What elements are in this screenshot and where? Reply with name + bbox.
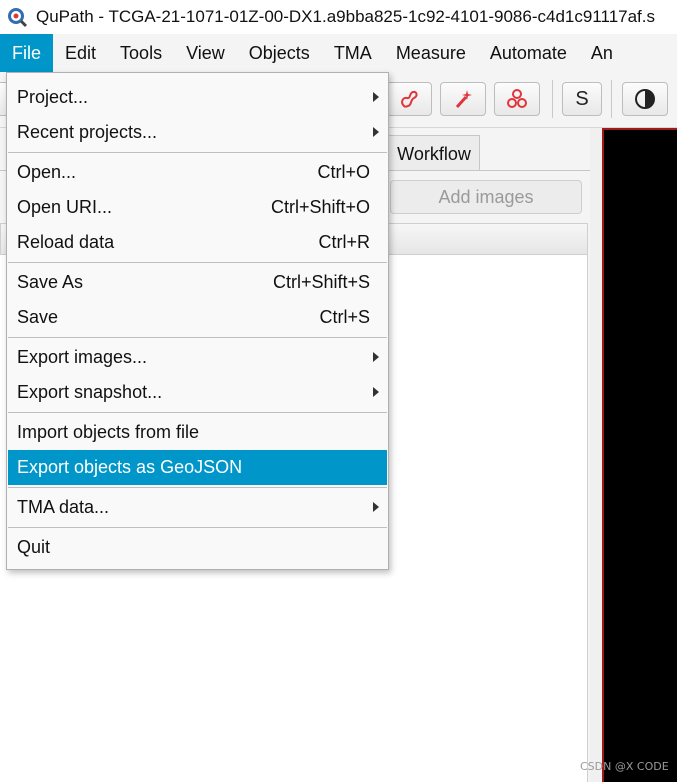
menu-separator <box>8 412 387 413</box>
menu-item-label: Project... <box>17 87 89 107</box>
menu-item-reload-data[interactable]: Reload data Ctrl+R <box>8 225 387 260</box>
wand-tool-icon <box>455 90 472 109</box>
submenu-arrow-icon <box>373 502 379 512</box>
image-viewer[interactable] <box>602 128 677 782</box>
menu-item-shortcut: Ctrl+Shift+O <box>270 197 370 217</box>
menu-item-label: Open... <box>17 162 77 182</box>
title-bar: QuPath - TCGA-21-1071-01Z-00-DX1.a9bba82… <box>0 0 677 34</box>
polyline-tool-button[interactable] <box>386 82 432 116</box>
menu-file[interactable]: File <box>0 34 54 72</box>
submenu-arrow-icon <box>373 127 379 137</box>
menu-item-shortcut: Ctrl+S <box>319 307 370 327</box>
qupath-logo-icon <box>8 8 28 28</box>
submenu-arrow-icon <box>373 387 379 397</box>
menu-bar: File Edit Tools View Objects TMA Measure… <box>0 34 677 72</box>
brightness-contrast-button[interactable] <box>622 82 668 116</box>
menu-item-export-images[interactable]: Export images... <box>8 340 387 375</box>
toolbar-separator <box>552 80 553 118</box>
menu-item-export-snapshot[interactable]: Export snapshot... <box>8 375 387 410</box>
menu-automate[interactable]: Automate <box>478 34 579 72</box>
menu-separator <box>8 152 387 153</box>
selection-mode-icon: S <box>575 87 589 110</box>
split-pane-divider[interactable] <box>590 128 602 782</box>
tab-workflow[interactable]: Workflow <box>388 135 480 171</box>
add-images-button[interactable]: Add images <box>390 180 582 214</box>
selection-mode-button[interactable]: S <box>562 82 602 116</box>
points-tool-button[interactable] <box>494 82 540 116</box>
menu-tma[interactable]: TMA <box>322 34 384 72</box>
menu-measure[interactable]: Measure <box>384 34 478 72</box>
menu-item-label: Import objects from file <box>17 422 200 442</box>
menu-view[interactable]: View <box>174 34 237 72</box>
menu-item-label: Reload data <box>17 232 115 252</box>
menu-item-label: Open URI... <box>17 197 113 217</box>
menu-item-label: Save <box>17 307 59 327</box>
menu-objects[interactable]: Objects <box>237 34 322 72</box>
polyline-tool-icon <box>401 90 418 108</box>
menu-item-project[interactable]: Project... <box>8 80 387 115</box>
menu-item-shortcut: Ctrl+O <box>317 162 370 182</box>
menu-separator <box>8 262 387 263</box>
menu-item-label: Recent projects... <box>17 122 158 142</box>
toolbar-separator <box>611 80 612 118</box>
menu-item-export-geojson[interactable]: Export objects as GeoJSON <box>8 450 387 485</box>
menu-analyze[interactable]: An <box>579 34 625 72</box>
menu-item-label: Export images... <box>17 347 148 367</box>
watermark: CSDN @X CODE <box>580 760 669 773</box>
menu-item-save-as[interactable]: Save As Ctrl+Shift+S <box>8 265 387 300</box>
brightness-contrast-icon <box>635 89 655 109</box>
file-menu-dropdown: Project... Recent projects... Open... Ct… <box>6 72 389 570</box>
menu-item-open-uri[interactable]: Open URI... Ctrl+Shift+O <box>8 190 387 225</box>
menu-item-quit[interactable]: Quit <box>8 530 387 565</box>
menu-item-label: TMA data... <box>17 497 110 517</box>
menu-separator <box>8 487 387 488</box>
menu-item-recent-projects[interactable]: Recent projects... <box>8 115 387 150</box>
menu-item-label: Export objects as GeoJSON <box>17 457 243 477</box>
menu-item-label: Save As <box>17 272 84 292</box>
menu-item-import-objects[interactable]: Import objects from file <box>8 415 387 450</box>
menu-tools[interactable]: Tools <box>108 34 174 72</box>
menu-item-label: Export snapshot... <box>17 382 163 402</box>
menu-item-tma-data[interactable]: TMA data... <box>8 490 387 525</box>
menu-separator <box>8 527 387 528</box>
points-tool-icon <box>507 89 527 108</box>
menu-item-save[interactable]: Save Ctrl+S <box>8 300 387 335</box>
menu-item-shortcut: Ctrl+Shift+S <box>272 272 370 292</box>
menu-separator <box>8 337 387 338</box>
submenu-arrow-icon <box>373 352 379 362</box>
menu-item-label: Quit <box>17 537 51 557</box>
menu-item-shortcut: Ctrl+R <box>318 232 370 252</box>
menu-edit[interactable]: Edit <box>53 34 108 72</box>
submenu-arrow-icon <box>373 92 379 102</box>
wand-tool-button[interactable] <box>440 82 486 116</box>
window-title: QuPath - TCGA-21-1071-01Z-00-DX1.a9bba82… <box>36 7 655 26</box>
menu-item-open[interactable]: Open... Ctrl+O <box>8 155 387 190</box>
